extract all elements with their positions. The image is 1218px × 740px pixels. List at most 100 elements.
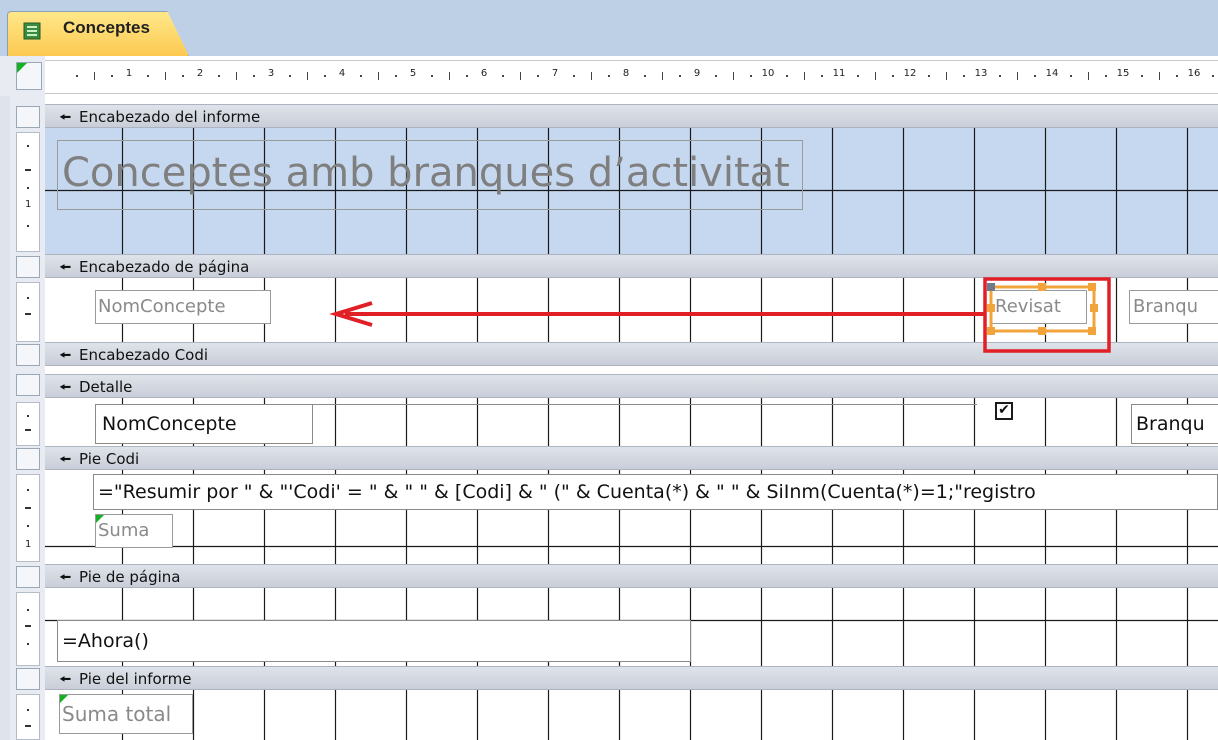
vruler-number: 1: [25, 539, 32, 550]
ruler-tick: [803, 72, 805, 80]
section-header-page-header[interactable]: 🠘 Encabezado de página: [45, 254, 1218, 278]
group-footer-body[interactable]: ="Resumir por " & "'Codi' = " & " " & [C…: [45, 470, 1218, 564]
detail-selector[interactable]: [16, 374, 40, 396]
ruler-dot: [217, 75, 220, 77]
group-footer-vertical-ruler: 1: [16, 474, 40, 562]
ruler-dot: [395, 75, 398, 77]
group-header-selector[interactable]: [16, 344, 40, 366]
branques-field[interactable]: Branqu: [1131, 404, 1218, 444]
ruler-tick: [590, 72, 592, 80]
ruler-dot: [998, 75, 1001, 77]
ruler-tick: [1016, 72, 1018, 80]
ahora-field[interactable]: =Ahora(): [57, 620, 691, 662]
section-header-detail[interactable]: 🠘 Detalle: [45, 374, 1218, 398]
ruler-dot: [927, 75, 930, 77]
ruler-dot: [643, 75, 646, 77]
ruler-tick: [164, 72, 166, 80]
ruler-number: 6: [480, 68, 488, 79]
section-header-page-footer[interactable]: 🠘 Pie de página: [45, 564, 1218, 588]
ruler-dot: [253, 75, 256, 77]
nom-concepte-field[interactable]: NomConcepte: [95, 404, 313, 444]
page-header-vertical-ruler: [16, 282, 40, 342]
report-header-vertical-ruler: 1: [16, 132, 40, 252]
detail-body[interactable]: NomConcepte ✔ Branqu: [45, 398, 1218, 446]
ruler-dot: [679, 75, 682, 77]
suma-label-text: Suma: [98, 520, 150, 541]
ruler-tick: [235, 72, 237, 80]
section-header-report-footer[interactable]: 🠘 Pie del informe: [45, 666, 1218, 690]
ruler-dot: [892, 75, 895, 77]
ruler-number: 15: [1116, 68, 1130, 79]
ruler-number: 1: [125, 68, 133, 79]
ruler-tick: [448, 72, 450, 80]
ruler-dot: [182, 75, 185, 77]
ruler-number: 11: [832, 68, 846, 79]
summary-expression-field[interactable]: ="Resumir por " & "'Codi' = " & " " & [C…: [93, 474, 1218, 510]
ruler-dot: [146, 75, 149, 77]
ruler-number: 12: [903, 68, 917, 79]
vruler-number: 1: [25, 199, 32, 210]
ruler-dot: [537, 75, 540, 77]
ruler-tick: [661, 72, 663, 80]
ruler-tick: [1087, 72, 1089, 80]
ruler-number: 7: [551, 68, 559, 79]
section-title: Encabezado Codi: [79, 346, 209, 364]
ruler-number: 10: [761, 68, 775, 79]
ruler-tick: [519, 72, 521, 80]
section-title: Pie del informe: [79, 670, 192, 688]
ruler-tick: [93, 72, 95, 80]
report-header-selector[interactable]: [16, 106, 40, 128]
ruler-tick: [1158, 72, 1160, 80]
document-tab-bar: Conceptes: [0, 0, 1218, 56]
ruler-dot: [785, 75, 788, 77]
suma-label[interactable]: Suma: [95, 514, 173, 548]
section-header-report-header[interactable]: 🠘 Encabezado del informe: [45, 104, 1218, 128]
ruler-dot: [111, 75, 114, 77]
section-title: Pie de página: [79, 568, 181, 586]
page-footer-selector[interactable]: [16, 566, 40, 588]
page-header-body[interactable]: NomConcepte Revisat Branqu: [45, 278, 1218, 342]
ruler-dot: [324, 75, 327, 77]
suma-total-label[interactable]: Suma total: [59, 694, 193, 734]
ruler-dot: [1140, 75, 1143, 77]
revisat-label[interactable]: Revisat: [991, 290, 1087, 324]
error-indicator-icon: [96, 515, 104, 523]
nom-concepte-label[interactable]: NomConcepte: [95, 290, 271, 324]
group-footer-selector[interactable]: [16, 448, 40, 470]
section-title: Encabezado de página: [79, 258, 250, 276]
ruler-dot: [1105, 75, 1108, 77]
ruler-number: 3: [267, 68, 275, 79]
horizontal-ruler[interactable]: 1 2 3 4 5 6 7 8 9 10 11 12 13 14 15 16: [45, 60, 1218, 94]
section-header-group-header[interactable]: 🠘 Encabezado Codi: [45, 342, 1218, 366]
ruler-dot: [501, 75, 504, 77]
ruler-dot: [288, 75, 291, 77]
report-footer-vertical-ruler: [16, 694, 40, 740]
report-footer-selector[interactable]: [16, 668, 40, 690]
ruler-dot: [750, 75, 753, 77]
page-header-selector[interactable]: [16, 256, 40, 278]
ruler-number: 13: [974, 68, 988, 79]
ruler-dot: [430, 75, 433, 77]
ruler-dot: [1211, 75, 1214, 77]
branques-label[interactable]: Branqu: [1129, 290, 1218, 324]
report-footer-body[interactable]: Suma total: [45, 690, 1218, 740]
ruler-number: 8: [622, 68, 630, 79]
ruler-number: 2: [196, 68, 204, 79]
ruler-dot: [1176, 75, 1179, 77]
ruler-dot: [608, 75, 611, 77]
section-header-group-footer[interactable]: 🠘 Pie Codi: [45, 446, 1218, 470]
ruler-dot: [359, 75, 362, 77]
section-arrow-icon: 🠘: [59, 348, 72, 364]
ruler-dot: [75, 75, 78, 77]
report-title-label[interactable]: Conceptes amb branques d’activitat: [57, 140, 803, 210]
ruler-tick: [945, 72, 947, 80]
report-tab[interactable]: Conceptes: [7, 11, 189, 56]
page-footer-vertical-ruler: [16, 592, 40, 666]
revisat-checkbox[interactable]: ✔: [995, 402, 1013, 420]
ruler-tick: [874, 72, 876, 80]
ruler-dot: [1034, 75, 1037, 77]
page-footer-body[interactable]: =Ahora(): [45, 588, 1218, 666]
suma-total-label-text: Suma total: [62, 702, 172, 726]
report-header-body[interactable]: Conceptes amb branques d’activitat: [45, 128, 1218, 254]
ruler-number: 16: [1187, 68, 1201, 79]
